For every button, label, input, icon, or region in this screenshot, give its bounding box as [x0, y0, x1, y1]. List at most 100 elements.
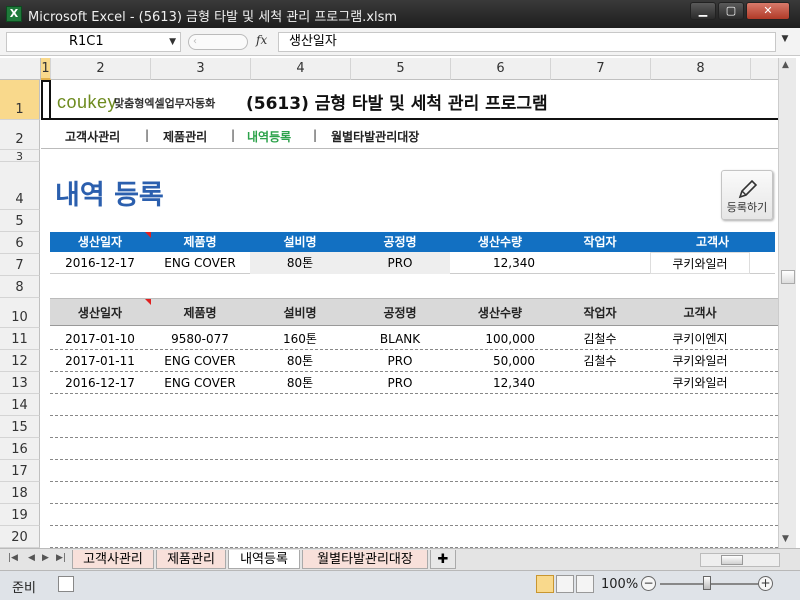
row-header[interactable]: 7 [0, 254, 40, 276]
row-header[interactable]: 19 [0, 504, 40, 526]
input-equipment[interactable]: 80톤 [250, 252, 350, 274]
register-button[interactable]: 등록하기 [721, 170, 773, 220]
horizontal-scrollbar[interactable] [700, 553, 780, 567]
normal-view-button[interactable] [536, 575, 554, 593]
select-all-corner[interactable] [0, 58, 41, 80]
row-header[interactable]: 17 [0, 460, 40, 482]
column-header[interactable]: 1 [41, 58, 51, 80]
column-header[interactable]: 2 [51, 58, 151, 80]
formula-controls: ‹ fx [186, 32, 276, 52]
page-layout-view-button[interactable] [556, 575, 574, 593]
table-row[interactable] [50, 438, 778, 460]
row-header[interactable]: 11 [0, 328, 40, 350]
row-header[interactable]: 20 [0, 526, 40, 548]
table-row[interactable] [50, 526, 778, 548]
table-row[interactable] [50, 504, 778, 526]
column-header[interactable]: 5 [351, 58, 451, 80]
table-row[interactable]: 2017-01-11 ENG COVER 80톤 PRO 50,000 김철수 … [50, 350, 778, 372]
minimize-button[interactable]: ▁ [690, 2, 716, 20]
insert-function-button[interactable]: fx [256, 33, 267, 47]
status-ready: 준비 [12, 581, 36, 596]
scroll-up-icon[interactable]: ▲ [782, 60, 789, 70]
input-product[interactable]: ENG COVER [150, 252, 250, 274]
table-row[interactable] [50, 460, 778, 482]
sheet-tab-customer[interactable]: 고객사관리 [72, 550, 154, 569]
column-header[interactable]: 8 [651, 58, 751, 80]
zoom-in-icon[interactable]: + [758, 576, 773, 591]
table-row[interactable] [50, 482, 778, 504]
scroll-thumb[interactable] [721, 555, 743, 565]
table-cell: 12,340 [493, 376, 535, 390]
zoom-slider-thumb[interactable] [703, 576, 711, 590]
row-header[interactable]: 4 [0, 162, 40, 210]
maximize-button[interactable]: ▢ [718, 2, 744, 20]
scroll-down-icon[interactable]: ▼ [782, 534, 789, 544]
row-header[interactable]: 6 [0, 232, 40, 254]
row-header[interactable]: 3 [0, 150, 40, 163]
macro-record-icon[interactable] [58, 576, 74, 592]
nav-separator: | [231, 128, 236, 142]
sheet-tab-monthly[interactable]: 월별타발관리대장 [302, 550, 428, 569]
input-production-date[interactable]: 2016-12-17 [50, 252, 150, 274]
column-headers: 1 2 3 4 5 6 7 8 [41, 58, 778, 80]
row-header[interactable]: 5 [0, 210, 40, 232]
table-cell: 2017-01-11 [65, 354, 135, 368]
page-break-view-button[interactable] [576, 575, 594, 593]
table-row[interactable]: 2017-01-10 9580-077 160톤 BLANK 100,000 김… [50, 328, 778, 350]
row-header[interactable]: 13 [0, 372, 40, 394]
first-sheet-icon[interactable]: |◀ [8, 553, 18, 563]
nav-item-customer[interactable]: 고객사관리 [65, 128, 120, 145]
last-sheet-icon[interactable]: ▶| [56, 553, 66, 563]
column-header[interactable]: 7 [551, 58, 651, 80]
header-cell: 제품명 [183, 306, 217, 320]
formula-input[interactable]: 생산일자 [278, 32, 776, 52]
split-handle[interactable] [781, 270, 795, 284]
row-header[interactable]: 16 [0, 438, 40, 460]
page-title: (5613) 금형 타발 및 세척 관리 프로그램 [246, 94, 548, 114]
row-header[interactable]: 18 [0, 482, 40, 504]
new-sheet-icon[interactable]: ✚ [430, 550, 456, 569]
row-header[interactable]: 15 [0, 416, 40, 438]
header-cell: 작업자 [583, 235, 617, 249]
sheet-tab-product[interactable]: 제품관리 [156, 550, 226, 569]
column-header[interactable]: 4 [251, 58, 351, 80]
input-customer[interactable]: 쿠키와일러 [650, 252, 750, 274]
zoom-level[interactable]: 100% [601, 577, 638, 592]
header-cell: 공정명 [383, 306, 417, 320]
table-cell: 100,000 [485, 332, 535, 346]
formula-expand-handle[interactable]: ‹ [188, 34, 248, 50]
next-sheet-icon[interactable]: ▶ [42, 553, 49, 563]
nav-item-record[interactable]: 내역등록 [247, 128, 291, 145]
column-header[interactable]: 3 [151, 58, 251, 80]
prev-sheet-icon[interactable]: ◀ [28, 553, 35, 563]
window-title: Microsoft Excel - (5613) 금형 타발 및 세척 관리 프… [28, 10, 398, 25]
input-worker[interactable] [550, 252, 650, 274]
row-header[interactable]: 12 [0, 350, 40, 372]
worksheet[interactable]: coukey 맞춤형엑셀업무자동화 (5613) 금형 타발 및 세척 관리 프… [41, 80, 778, 548]
close-button[interactable]: ✕ [746, 2, 790, 20]
active-cell[interactable] [41, 80, 51, 120]
sheet-tab-record[interactable]: 내역등록 [228, 550, 300, 569]
row-header[interactable]: 2 [0, 120, 40, 150]
input-quantity[interactable]: 12,340 [450, 252, 535, 274]
header-cell: 생산수량 [477, 306, 523, 320]
row-header[interactable]: 8 [0, 276, 40, 298]
chevron-down-icon[interactable]: ▼ [778, 34, 792, 50]
table-row[interactable] [50, 394, 778, 416]
chevron-down-icon[interactable]: ▼ [169, 33, 176, 51]
input-process[interactable]: PRO [350, 252, 450, 274]
name-box[interactable]: R1C1 ▼ [6, 32, 181, 52]
row-header[interactable]: 1 [0, 80, 40, 120]
logo: coukey [57, 92, 118, 112]
nav-item-product[interactable]: 제품관리 [163, 128, 207, 145]
table-cell: 9580-077 [171, 332, 229, 346]
row-header[interactable]: 10 [0, 298, 40, 328]
row-header[interactable]: 14 [0, 394, 40, 416]
table-row[interactable] [50, 416, 778, 438]
header-cell: 생산일자 [77, 306, 123, 320]
nav-item-monthly[interactable]: 월별타발관리대장 [331, 128, 419, 145]
vertical-scrollbar[interactable]: ▲ ▼ [778, 58, 796, 548]
column-header[interactable]: 6 [451, 58, 551, 80]
table-row[interactable]: 2016-12-17 ENG COVER 80톤 PRO 12,340 쿠키와일… [50, 372, 778, 394]
zoom-out-icon[interactable]: − [641, 576, 656, 591]
